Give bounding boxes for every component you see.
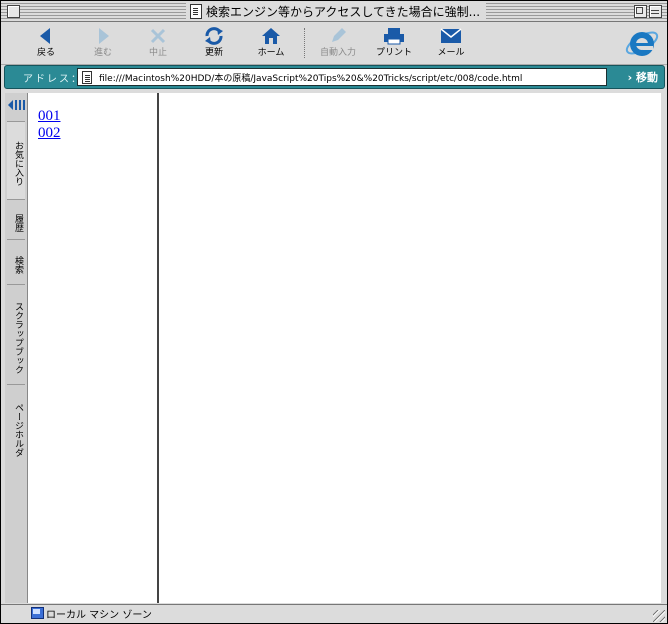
close-box-button[interactable] [7, 5, 20, 18]
computer-zone-icon [31, 607, 44, 619]
link-001[interactable]: 001 [38, 108, 157, 125]
stop-x-icon [131, 24, 185, 48]
forward-arrow-icon [76, 24, 130, 48]
status-bar: ローカル マシン ゾーン [1, 604, 667, 623]
toolbar-separator [304, 28, 305, 58]
explorer-toggle-icon[interactable] [7, 97, 25, 111]
collapse-box-button[interactable] [649, 5, 662, 18]
back-button[interactable]: 戻る [19, 24, 73, 62]
tab-search[interactable]: 検索 [7, 239, 25, 284]
printer-icon [367, 24, 421, 48]
explorer-bar-tabs: お気に入り 履歴 検索 スクラップブック ページホルダ [5, 93, 28, 603]
mail-button[interactable]: メール [424, 24, 478, 62]
autofill-pen-icon [311, 24, 365, 48]
refresh-icon [187, 24, 241, 48]
home-icon [244, 24, 298, 48]
stop-button[interactable]: 中止 [131, 24, 185, 62]
tab-page-holder[interactable]: ページホルダ [7, 384, 25, 469]
address-input[interactable]: file:///Macintosh%20HDD/本の原稿/JavaScript%… [77, 68, 607, 86]
page-icon [82, 70, 92, 84]
status-zone-text: ローカル マシン ゾーン [46, 610, 152, 621]
internet-explorer-logo-icon [623, 24, 661, 62]
toolbar: 戻る 進む 中止 更新 ホーム 自動入力 プリント メール [1, 22, 667, 65]
home-button[interactable]: ホーム [244, 24, 298, 62]
address-url[interactable]: file:///Macintosh%20HDD/本の原稿/JavaScript%… [99, 71, 522, 84]
tab-scrapbook[interactable]: スクラップブック [7, 284, 25, 384]
print-button[interactable]: プリント [367, 24, 421, 62]
autofill-button[interactable]: 自動入力 [311, 24, 365, 62]
mail-icon [424, 24, 478, 48]
tab-favorites[interactable]: お気に入り [7, 121, 25, 199]
left-frame: 001 002 [28, 93, 159, 603]
right-edge-strip [663, 93, 667, 603]
address-bar: アドレス： file:///Macintosh%20HDD/本の原稿/JavaS… [4, 65, 665, 89]
link-002[interactable]: 002 [38, 125, 157, 142]
title-bar[interactable]: 検索エンジン等からアクセスしてきた場合に強制... [1, 1, 667, 22]
window-title-text: 検索エンジン等からアクセスしてきた場合に強制... [206, 4, 481, 19]
zoom-box-button[interactable] [634, 5, 647, 18]
forward-button[interactable]: 進む [76, 24, 130, 62]
go-button[interactable]: › 移動 [628, 69, 658, 85]
address-label: アドレス： [23, 74, 83, 85]
window-title: 検索エンジン等からアクセスしてきた場合に強制... [186, 2, 487, 20]
browser-window: 検索エンジン等からアクセスしてきた場合に強制... 戻る 進む 中止 更新 ホー… [0, 0, 668, 624]
refresh-button[interactable]: 更新 [187, 24, 241, 62]
tab-history[interactable]: 履歴 [7, 199, 25, 239]
resize-grip[interactable] [653, 610, 665, 622]
back-arrow-icon [19, 24, 73, 48]
document-icon [190, 3, 202, 19]
right-frame [159, 93, 661, 603]
